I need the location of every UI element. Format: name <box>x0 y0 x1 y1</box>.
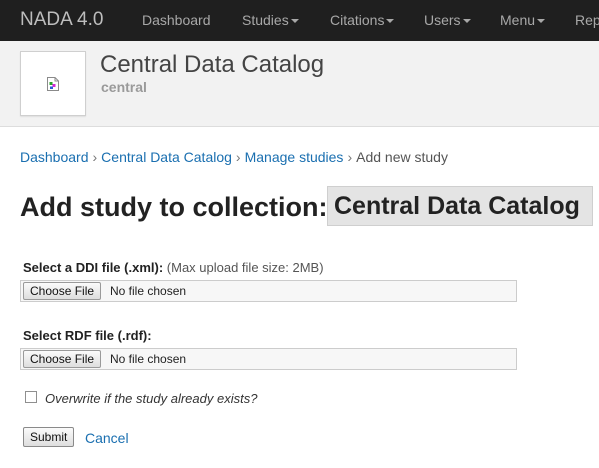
top-navbar: NADA 4.0 Dashboard Studies Citations Use… <box>0 0 599 42</box>
broken-image-icon <box>47 77 59 91</box>
breadcrumb-manage-studies[interactable]: Manage studies <box>245 149 344 165</box>
ddi-file-size-hint: (Max upload file size: 2MB) <box>166 260 324 275</box>
rdf-file-label: Select RDF file (.rdf): <box>23 328 152 343</box>
ddi-choose-file-button[interactable]: Choose File <box>23 282 102 300</box>
catalog-subtitle: central <box>101 79 147 95</box>
catalog-title: Central Data Catalog <box>100 51 325 78</box>
nav-citations-label: Citations <box>330 12 385 28</box>
page-title: Add study to collection: <box>20 192 328 222</box>
breadcrumb: Dashboard › Central Data Catalog › Manage st… <box>20 149 448 165</box>
breadcrumb-central-data-catalog[interactable]: Central Data Catalog <box>101 149 232 165</box>
chevron-down-icon <box>290 19 299 24</box>
rdf-choose-file-button[interactable]: Choose File <box>23 350 102 368</box>
rdf-file-input[interactable]: Choose File No file chosen <box>20 348 517 370</box>
nav-studies-label: Studies <box>242 12 289 28</box>
breadcrumb-separator: › <box>235 149 241 165</box>
catalog-header: Central Data Catalog central <box>0 41 599 127</box>
ddi-file-status: No file chosen <box>110 284 187 298</box>
nav-menu-label: Menu <box>500 12 536 28</box>
nav-citations[interactable]: Citations <box>330 12 395 28</box>
brand-name[interactable]: NADA 4.0 <box>20 9 103 31</box>
nav-menu[interactable]: Menu <box>500 12 546 28</box>
chevron-down-icon <box>537 19 546 24</box>
nav-reports-label: Rep <box>575 12 599 28</box>
breadcrumb-separator: › <box>92 149 98 165</box>
cancel-link[interactable]: Cancel <box>85 430 129 446</box>
ddi-file-label: Select a DDI file (.xml): (Max upload fi… <box>23 260 324 275</box>
rdf-file-status: No file chosen <box>110 352 187 366</box>
breadcrumb-dashboard[interactable]: Dashboard <box>20 149 89 165</box>
ddi-file-label-text: Select a DDI file (.xml): <box>23 260 164 275</box>
chevron-down-icon <box>386 19 395 24</box>
nav-dashboard[interactable]: Dashboard <box>142 12 211 28</box>
breadcrumb-separator: › <box>347 149 353 165</box>
collection-name-badge: Central Data Catalog <box>327 186 593 226</box>
catalog-thumbnail <box>20 51 86 116</box>
nav-users[interactable]: Users <box>424 12 471 28</box>
overwrite-label[interactable]: Overwrite if the study already exists? <box>45 391 257 406</box>
chevron-down-icon <box>462 19 471 24</box>
overwrite-checkbox[interactable] <box>25 391 37 403</box>
nav-users-label: Users <box>424 12 461 28</box>
nav-reports[interactable]: Rep <box>575 12 599 28</box>
submit-button[interactable]: Submit <box>23 427 75 447</box>
nav-dashboard-label: Dashboard <box>142 12 211 28</box>
breadcrumb-current: Add new study <box>356 149 448 165</box>
ddi-file-input[interactable]: Choose File No file chosen <box>20 280 517 302</box>
nav-studies[interactable]: Studies <box>242 12 299 28</box>
